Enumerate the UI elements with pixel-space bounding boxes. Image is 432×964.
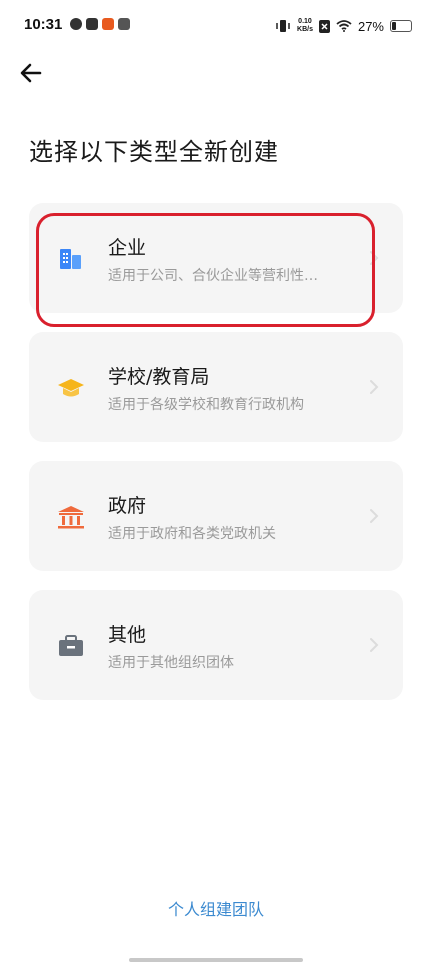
wifi-icon [336,20,352,32]
option-title: 企业 [108,237,147,259]
building-icon [57,245,85,273]
back-button[interactable] [14,56,48,90]
network-speed-value: 0.10 [298,18,312,25]
status-time: 10:31 [24,16,63,33]
vibrate-icon [276,20,290,32]
network-speed-unit: KB/s [297,26,313,33]
option-subtitle: 适用于公司、合伙企业等营利性… [108,268,318,284]
status-bar: 10:31 0.10 KB/s 27% [0,0,432,50]
no-sim-icon [318,19,330,33]
network-speed: 0.10 KB/s [297,18,313,34]
shopping-notification-icon [102,18,114,30]
graduation-cap-icon [57,374,85,402]
battery-percent: 27% [357,18,384,34]
chevron-right-icon [370,251,379,265]
option-card-government[interactable]: 政府 适用于政府和各类党政机关 [29,461,403,571]
chevron-right-icon [370,638,379,652]
option-title: 其他 [108,624,147,646]
option-subtitle: 适用于政府和各类党政机关 [108,526,276,542]
option-card-other[interactable]: 其他 适用于其他组织团体 [29,590,403,700]
chevron-right-icon [370,380,379,394]
option-subtitle: 适用于其他组织团体 [108,655,234,671]
home-indicator[interactable] [129,958,303,962]
option-card-enterprise[interactable]: 企业 适用于公司、合伙企业等营利性… [29,203,403,313]
app-notification-icon [118,18,130,30]
chevron-right-icon [370,509,379,523]
option-title: 政府 [108,495,147,517]
personal-team-link[interactable]: 个人组建团队 [0,896,432,920]
page-title: 选择以下类型全新创建 [29,138,279,166]
briefcase-icon [57,632,85,660]
battery-level [392,22,396,30]
status-right: 0.10 KB/s 27% [275,16,412,36]
notification-app-icon [70,18,82,30]
government-building-icon [57,503,85,531]
message-notification-icon [86,18,98,30]
arrow-left-icon [20,63,42,83]
option-subtitle: 适用于各级学校和教育行政机构 [108,397,304,413]
battery-icon [390,20,412,32]
option-title: 学校/教育局 [108,366,210,388]
option-card-school[interactable]: 学校/教育局 适用于各级学校和教育行政机构 [29,332,403,442]
